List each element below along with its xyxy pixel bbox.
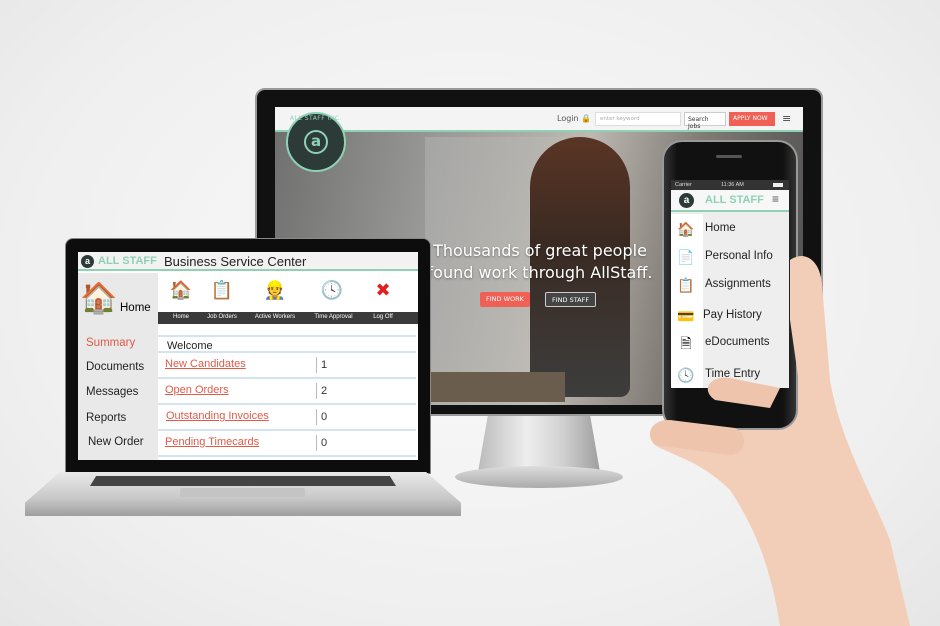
sidebar: 🏠 Home Summary Documents Messages Report… (78, 273, 158, 460)
lock-icon: 🔒 (581, 114, 592, 123)
toolbar-log-off[interactable]: Log Off (363, 314, 403, 320)
house-icon[interactable]: 🏠 (161, 280, 201, 301)
house-icon: 🏠 (80, 282, 118, 315)
brand-name: ALL STAFF (98, 255, 157, 267)
finger-shape (650, 420, 745, 455)
finger-shape (707, 377, 780, 408)
app-header: a ALL STAFF Business Service Center (78, 252, 418, 271)
sidebar-item-reports[interactable]: Reports (86, 412, 126, 424)
keyword-search-input[interactable]: enter keyword (595, 112, 681, 126)
new-candidates-count: 1 (316, 357, 327, 373)
website-header: Login 🔒 enter keyword Search Jobs APPLY … (275, 107, 803, 132)
login-link[interactable]: Login 🔒 (557, 114, 591, 123)
laptop-keyboard (90, 476, 396, 486)
mobile-header: a ALL STAFF ≡ (671, 190, 789, 212)
allstaff-logo[interactable]: ALL STAFF INC. a (286, 112, 346, 172)
hero-line-1: Thousands of great people (433, 241, 647, 260)
outstanding-invoices-link[interactable]: Outstanding Invoices (166, 410, 269, 422)
new-candidates-link[interactable]: New Candidates (165, 358, 246, 370)
toolbar-time-approval[interactable]: Time Approval (306, 314, 361, 320)
worker-icon[interactable]: 👷 (255, 280, 295, 301)
status-bar: Carrier 11:36 AM (671, 180, 789, 190)
clock-clipboard-icon[interactable]: 🕓 (312, 280, 352, 301)
summary-row: New Candidates 1 (158, 353, 416, 379)
hamburger-icon[interactable]: ≡ (772, 192, 779, 206)
sidebar-item-documents[interactable]: Documents (86, 361, 144, 373)
find-staff-button[interactable]: FIND STAFF (545, 292, 597, 307)
hero-line-2: found work through AllStaff. (427, 263, 653, 282)
logo-letter: a (304, 130, 328, 154)
find-work-button[interactable]: FIND WORK (480, 292, 530, 307)
toolbar-job-orders[interactable]: Job Orders (202, 314, 242, 320)
carrier-label: Carrier (675, 182, 692, 188)
battery-icon (773, 183, 783, 187)
menu-item-home[interactable]: 🏠 Home (671, 215, 789, 243)
hero-headline: Thousands of great people found work thr… (415, 240, 665, 284)
close-icon[interactable]: ✖ (363, 280, 403, 301)
apply-now-button[interactable]: APPLY NOW (729, 112, 775, 126)
thumb-shape (790, 256, 828, 390)
sidebar-home[interactable]: Home (120, 302, 151, 314)
monitor-base (455, 466, 623, 488)
search-jobs-button[interactable]: Search Jobs (684, 112, 726, 130)
sidebar-item-messages[interactable]: Messages (86, 386, 138, 398)
open-orders-count: 2 (316, 383, 327, 399)
summary-row: Outstanding Invoices 0 (158, 405, 416, 431)
brand-logo: a (81, 255, 94, 268)
page-title: Business Service Center (164, 254, 307, 269)
toolbar-active-workers[interactable]: Active Workers (246, 314, 304, 320)
sidebar-item-new-order[interactable]: New Order (88, 436, 144, 448)
business-service-center-screen: a ALL STAFF Business Service Center 🏠 Ho… (78, 252, 418, 460)
summary-row: Pending Timecards 0 (158, 431, 416, 457)
summary-row: Open Orders 2 (158, 379, 416, 405)
laptop-trackpad (180, 488, 305, 497)
outstanding-invoices-count: 0 (316, 409, 327, 425)
pending-timecards-link[interactable]: Pending Timecards (165, 436, 259, 448)
phone-speaker (716, 155, 742, 158)
welcome-row: Welcome (158, 335, 416, 353)
pending-timecards-count: 0 (316, 435, 327, 451)
hand-fingers (650, 256, 828, 455)
sidebar-item-summary[interactable]: Summary (86, 337, 135, 349)
clipboard-icon[interactable]: 📋 (202, 280, 242, 301)
hamburger-icon[interactable]: ≡ (782, 112, 791, 125)
toolbar-home[interactable]: Home (161, 314, 201, 320)
time-label: 11:36 AM (721, 182, 744, 188)
hero-photo-desk (425, 372, 565, 402)
brand-name: ALL STAFF (705, 194, 764, 206)
monitor-stand (478, 416, 600, 472)
toolbar: Home Job Orders Active Workers Time Appr… (158, 312, 418, 324)
logo-ring-text: ALL STAFF INC. (290, 115, 342, 122)
menu-label: Home (705, 222, 736, 234)
house-icon: 🏠 (677, 221, 695, 237)
login-label: Login (557, 114, 579, 123)
open-orders-link[interactable]: Open Orders (165, 384, 229, 396)
brand-logo: a (679, 193, 694, 208)
